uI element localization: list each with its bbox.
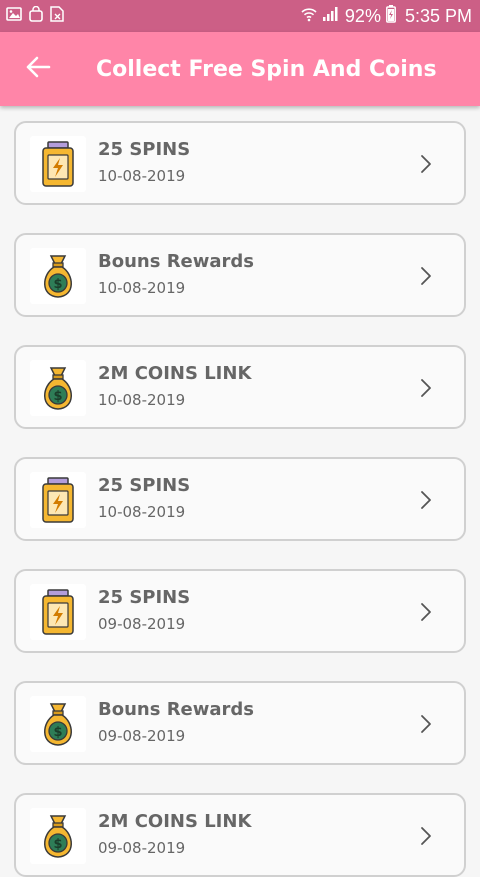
- svg-text:$: $: [53, 277, 62, 292]
- chevron-right-icon: [420, 490, 432, 514]
- reward-date: 10-08-2019: [98, 503, 186, 521]
- back-button[interactable]: [0, 32, 76, 106]
- chevron-right-icon: [420, 266, 432, 290]
- reward-title: 25 SPINS: [98, 139, 191, 160]
- reward-list-item[interactable]: $ Bouns Rewards 10-08-2019: [14, 233, 466, 317]
- reward-list-item[interactable]: $ 2M COINS LINK 10-08-2019: [14, 345, 466, 429]
- reward-title: Bouns Rewards: [98, 251, 255, 272]
- image-icon: [6, 6, 22, 26]
- reward-list-item[interactable]: 25 SPINS 10-08-2019: [14, 121, 466, 205]
- battery-percentage: 92%: [344, 5, 381, 26]
- chevron-right-icon: [420, 378, 432, 402]
- chevron-right-icon: [420, 154, 432, 178]
- reward-list-item[interactable]: $ 2M COINS LINK 09-08-2019: [14, 793, 466, 877]
- reward-date: 09-08-2019: [98, 839, 186, 857]
- reward-thumbnail: [30, 584, 86, 640]
- reward-date: 10-08-2019: [98, 279, 186, 297]
- page-title: Collect Free Spin And Coins: [96, 56, 437, 82]
- svg-text:$: $: [53, 837, 62, 852]
- status-bar: 92% 5:35 PM: [0, 0, 480, 32]
- chevron-right-icon: [420, 602, 432, 626]
- reward-thumbnail: $: [30, 360, 86, 416]
- reward-title: 2M COINS LINK: [98, 811, 252, 832]
- reward-title: 25 SPINS: [98, 475, 191, 496]
- reward-date: 09-08-2019: [98, 615, 186, 633]
- reward-thumbnail: $: [30, 808, 86, 864]
- arrow-left-icon: [25, 56, 51, 82]
- svg-text:$: $: [53, 725, 62, 740]
- svg-text:$: $: [53, 389, 62, 404]
- chevron-right-icon: [420, 714, 432, 738]
- reward-thumbnail: $: [30, 696, 86, 752]
- reward-date: 10-08-2019: [98, 391, 186, 409]
- status-bar-notifications: [6, 5, 64, 27]
- reward-title: 2M COINS LINK: [98, 363, 252, 384]
- reward-list-item[interactable]: 25 SPINS 09-08-2019: [14, 569, 466, 653]
- reward-date: 09-08-2019: [98, 727, 186, 745]
- chevron-right-icon: [420, 826, 432, 850]
- reward-date: 10-08-2019: [98, 167, 186, 185]
- wifi-icon: [301, 6, 317, 27]
- shopping-bag-icon: [29, 5, 43, 27]
- reward-title: 25 SPINS: [98, 587, 191, 608]
- app-toolbar: Collect Free Spin And Coins: [0, 32, 480, 106]
- clock: 5:35 PM: [404, 5, 472, 26]
- battery-charging-icon: [386, 4, 396, 28]
- reward-thumbnail: $: [30, 248, 86, 304]
- reward-thumbnail: [30, 136, 86, 192]
- status-bar-system: 92% 5:35 PM: [301, 4, 472, 28]
- signal-icon: [322, 6, 340, 27]
- reward-list-item[interactable]: $ Bouns Rewards 09-08-2019: [14, 681, 466, 765]
- reward-thumbnail: [30, 472, 86, 528]
- sim-icon: [50, 5, 64, 27]
- reward-title: Bouns Rewards: [98, 699, 255, 720]
- reward-list-item[interactable]: 25 SPINS 10-08-2019: [14, 457, 466, 541]
